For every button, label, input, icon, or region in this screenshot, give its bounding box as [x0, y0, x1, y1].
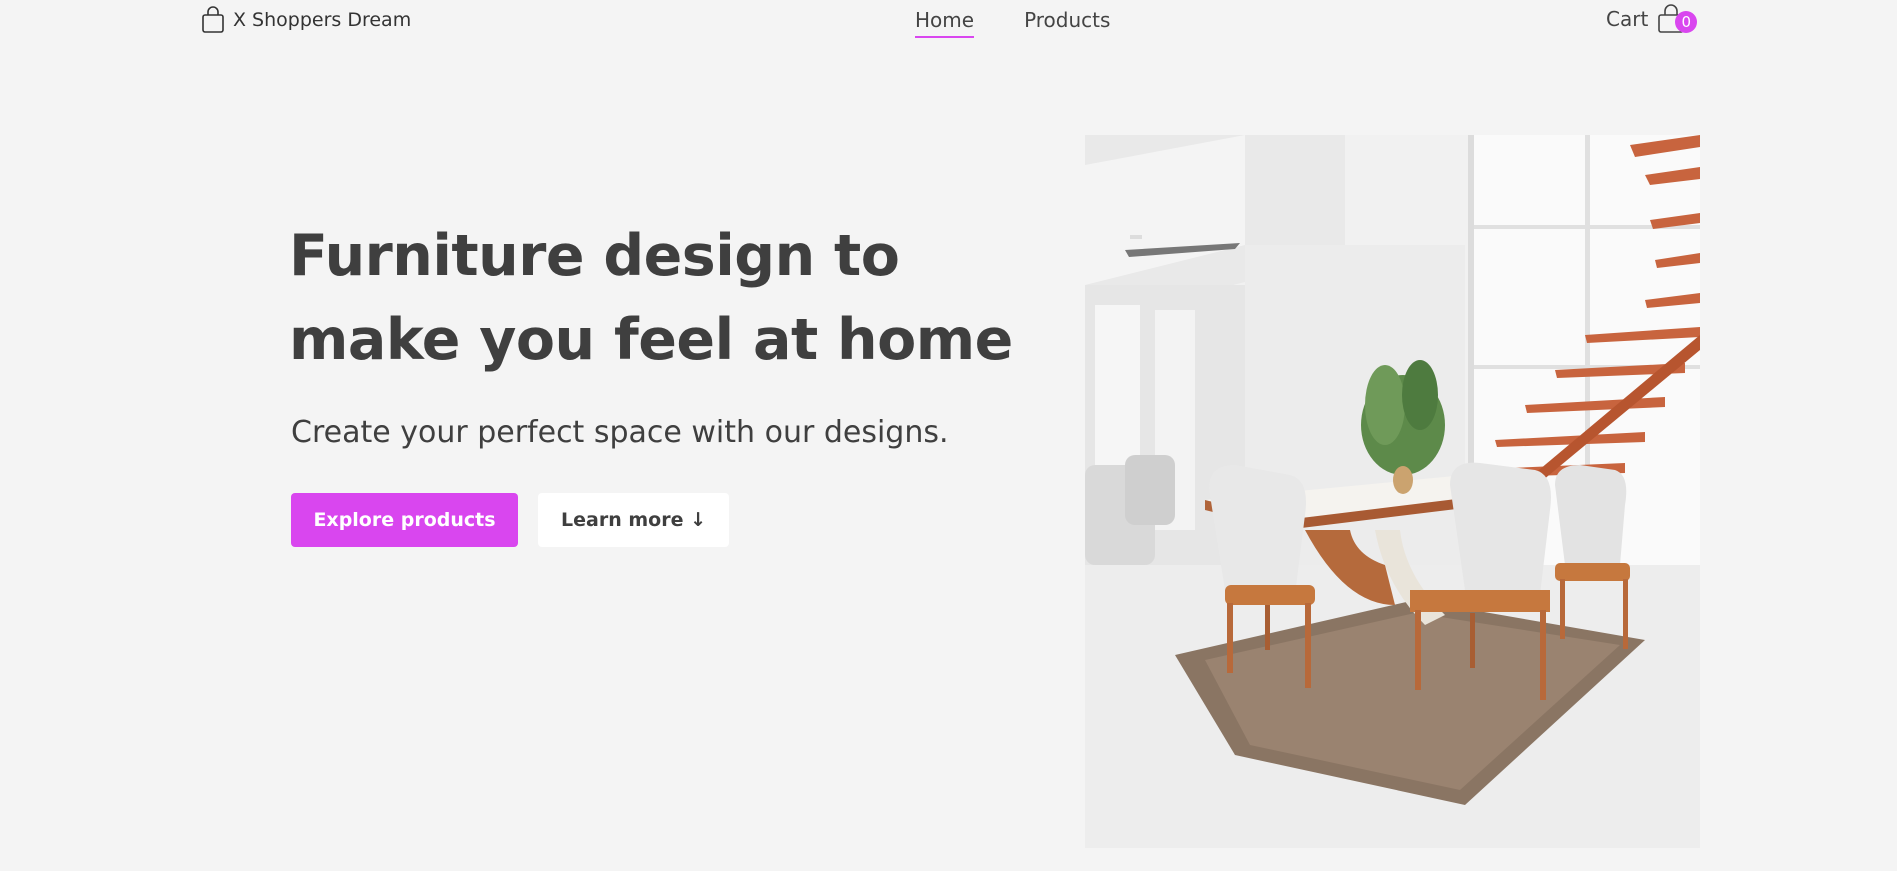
dining-room-photo — [1085, 135, 1700, 848]
hero-title-line-2: make you feel at home — [289, 307, 1013, 373]
learn-more-button[interactable]: Learn more ↓ — [538, 493, 729, 547]
main-nav: Home Products — [915, 8, 1110, 38]
hero-image — [1085, 135, 1700, 848]
shopping-bag-icon — [201, 6, 225, 34]
nav-products-link[interactable]: Products — [1024, 8, 1110, 38]
nav-home-link[interactable]: Home — [915, 8, 975, 38]
cart-count-badge: 0 — [1675, 11, 1698, 33]
brand-name: X Shoppers Dream — [233, 9, 412, 31]
cart-label: Cart — [1606, 7, 1649, 31]
cart-icon-wrap: 0 — [1656, 4, 1698, 34]
explore-products-button[interactable]: Explore products — [291, 493, 518, 547]
hero-title-line-1: Furniture design to — [289, 223, 900, 289]
cart-link[interactable]: Cart 0 — [1606, 4, 1698, 34]
hero-subtitle: Create your perfect space with our desig… — [291, 415, 949, 450]
brand-link[interactable]: X Shoppers Dream — [201, 6, 411, 34]
navbar: X Shoppers Dream Home Products Cart 0 — [0, 0, 1897, 42]
hero-title: Furniture design to make you feel at hom… — [289, 214, 1049, 382]
